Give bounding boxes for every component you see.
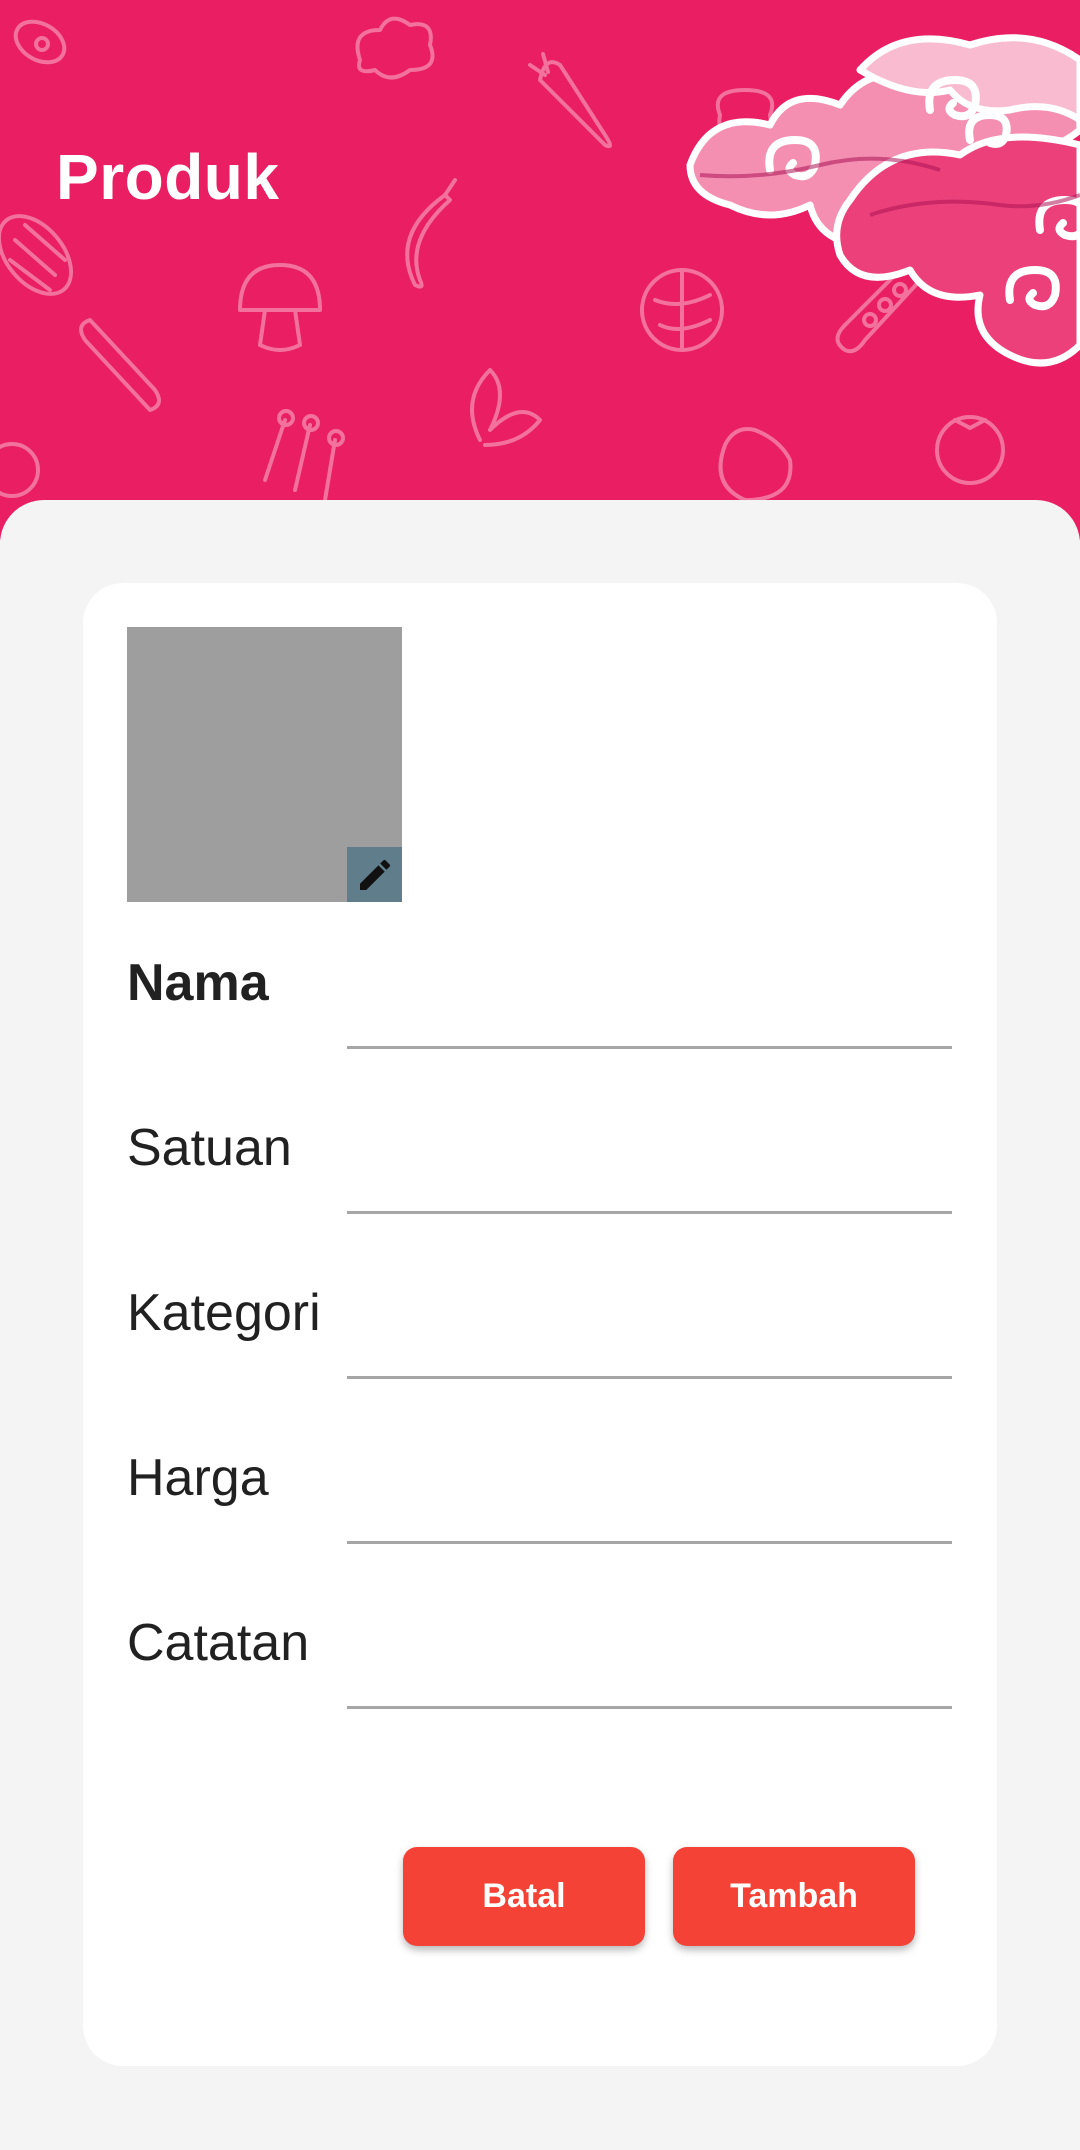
field-label-harga: Harga [127,1449,269,1507]
satuan-input[interactable] [347,1110,952,1214]
edit-image-button[interactable] [347,847,402,902]
field-row-catatan: Catatan [127,1605,952,1715]
page-title: Produk [56,141,280,213]
add-button[interactable]: Tambah [673,1847,915,1946]
field-label-satuan: Satuan [127,1119,292,1177]
field-label-nama: Nama [127,954,269,1012]
cancel-button[interactable]: Batal [403,1847,645,1946]
product-form-screen: Produk Nama Satuan Kategori Harga Catata… [0,0,1080,2150]
nama-input[interactable] [347,945,952,1049]
kategori-input[interactable] [347,1275,952,1379]
product-image-placeholder[interactable] [127,627,402,902]
header-banner: Produk [0,0,1080,540]
harga-input[interactable] [347,1440,952,1544]
field-row-kategori: Kategori [127,1275,952,1385]
product-form-card: Nama Satuan Kategori Harga Catatan Batal… [83,583,997,2066]
batik-cloud-ornament [686,34,1080,367]
field-row-satuan: Satuan [127,1110,952,1220]
catatan-input[interactable] [347,1605,952,1709]
field-row-harga: Harga [127,1440,952,1550]
field-label-catatan: Catatan [127,1614,310,1672]
pencil-icon [359,859,390,890]
field-row-nama: Nama [127,945,952,1055]
field-label-kategori: Kategori [127,1284,321,1342]
